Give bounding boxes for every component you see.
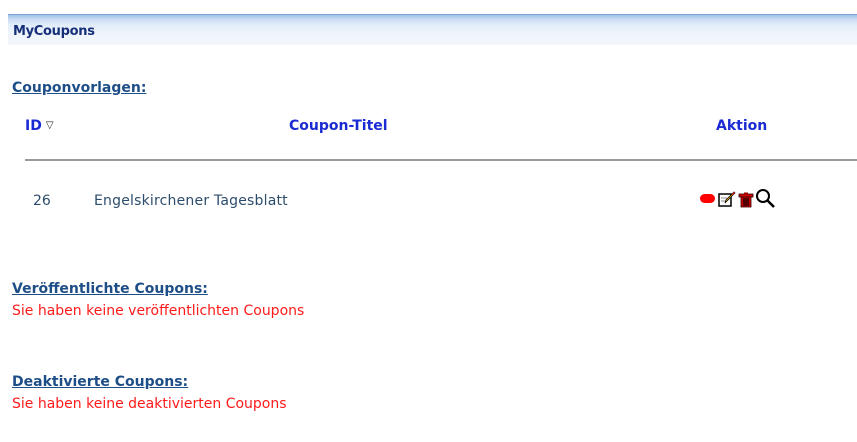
sort-descending-icon[interactable]: ▽ xyxy=(46,120,54,131)
header-divider xyxy=(25,159,857,161)
status-red-pill-icon[interactable] xyxy=(700,194,715,203)
panel-title: MyCoupons xyxy=(13,24,95,39)
published-empty-message: Sie haben keine veröffentlichten Coupons xyxy=(12,303,305,319)
column-header-action: Aktion xyxy=(716,118,768,134)
trash-icon[interactable] xyxy=(738,192,754,208)
column-header-id-label: ID xyxy=(25,118,42,134)
column-header-id[interactable]: ID ▽ xyxy=(25,118,54,134)
panel-header: MyCoupons xyxy=(8,14,857,45)
edit-icon[interactable] xyxy=(718,190,736,208)
published-coupons-link[interactable]: Veröffentlichte Coupons: xyxy=(12,281,208,297)
column-header-title: Coupon-Titel xyxy=(289,118,388,134)
row-id: 26 xyxy=(33,193,51,209)
page: MyCoupons Couponvorlagen: ID ▽ Coupon-Tit… xyxy=(0,0,857,442)
deactivated-coupons-link[interactable]: Deaktivierte Coupons: xyxy=(12,374,188,390)
row-actions xyxy=(700,188,820,212)
coupon-templates-link[interactable]: Couponvorlagen: xyxy=(12,80,146,96)
row-title: Engelskirchener Tagesblatt xyxy=(94,193,288,209)
magnifier-icon[interactable] xyxy=(755,188,777,208)
deactivated-empty-message: Sie haben keine deaktivierten Coupons xyxy=(12,396,287,412)
